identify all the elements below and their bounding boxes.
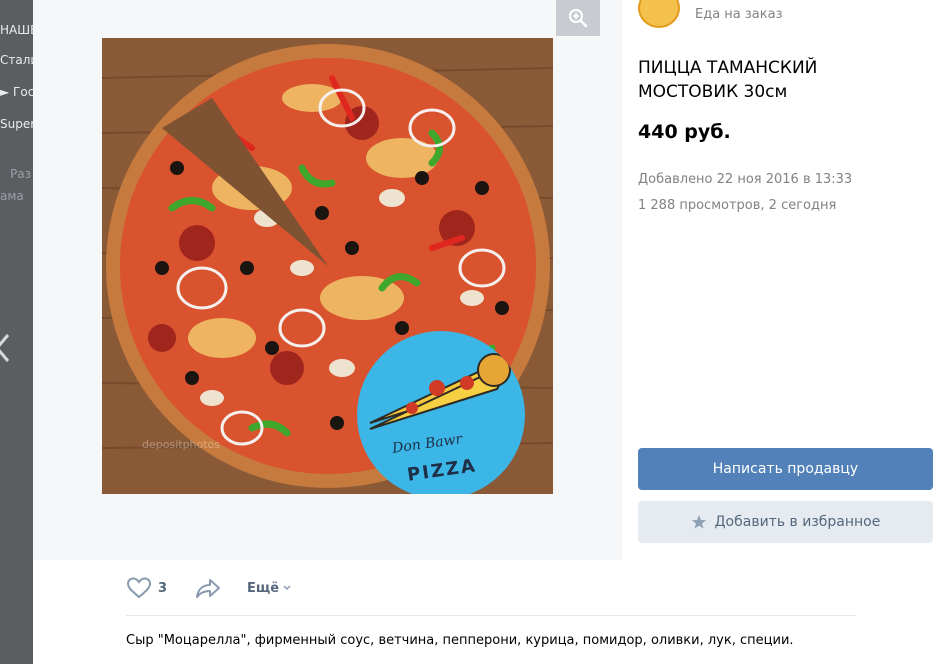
watermark: depositphotos: [142, 438, 221, 451]
more-label: Ещё: [247, 580, 280, 596]
product-price: 440 руб.: [638, 121, 731, 143]
share-button[interactable]: [195, 578, 221, 598]
added-date: Добавлено 22 ноя 2016 в 13:33: [638, 172, 853, 187]
like-button[interactable]: 3: [126, 577, 167, 599]
add-favorite-button[interactable]: Добавить в избранное: [638, 501, 933, 543]
product-title: ПИЦЦА ТАМАНСКИЙ МОСТОВИК 30см: [638, 58, 818, 102]
shop-name-link[interactable]: Еда на заказ: [695, 7, 783, 22]
zoom-in-icon: [569, 9, 588, 28]
view-count: 1 288 просмотров, 2 сегодня: [638, 198, 837, 213]
arrow-left-icon[interactable]: [0, 333, 12, 363]
add-favorite-label: Добавить в избранное: [714, 514, 881, 530]
action-bar: 3 Ещё: [126, 577, 292, 599]
background-text: ► Гос: [0, 85, 33, 99]
contact-seller-button[interactable]: Написать продавцу: [638, 448, 933, 490]
product-description: Сыр "Моцарелла", фирменный соус, ветчина…: [126, 633, 794, 648]
star-icon: [691, 515, 706, 529]
divider: [126, 615, 856, 616]
shop-avatar[interactable]: [638, 0, 680, 28]
share-icon: [196, 579, 221, 598]
photo-area: Don Bawr PIZZA depositphotos: [33, 0, 622, 560]
background-text: НАШЕ: [0, 23, 33, 37]
product-sidebar: Еда на заказ ПИЦЦА ТАМАНСКИЙ МОСТОВИК 30…: [622, 0, 937, 560]
heart-icon: [126, 577, 152, 599]
background-text: Super: [0, 117, 33, 131]
background-text: Стали: [0, 53, 33, 67]
zoom-button[interactable]: [556, 0, 600, 36]
product-photo[interactable]: Don Bawr PIZZA depositphotos: [102, 38, 553, 494]
product-modal: Don Bawr PIZZA depositphotos Еда на зака…: [33, 0, 937, 664]
background-text: Раз: [10, 167, 31, 181]
chevron-down-icon: [283, 585, 291, 591]
background-page: НАШЕ Стали ► Гос Super Раз ама: [0, 0, 33, 664]
more-menu[interactable]: Ещё: [247, 581, 292, 596]
background-text: ама: [0, 189, 24, 203]
like-count: 3: [158, 580, 168, 596]
